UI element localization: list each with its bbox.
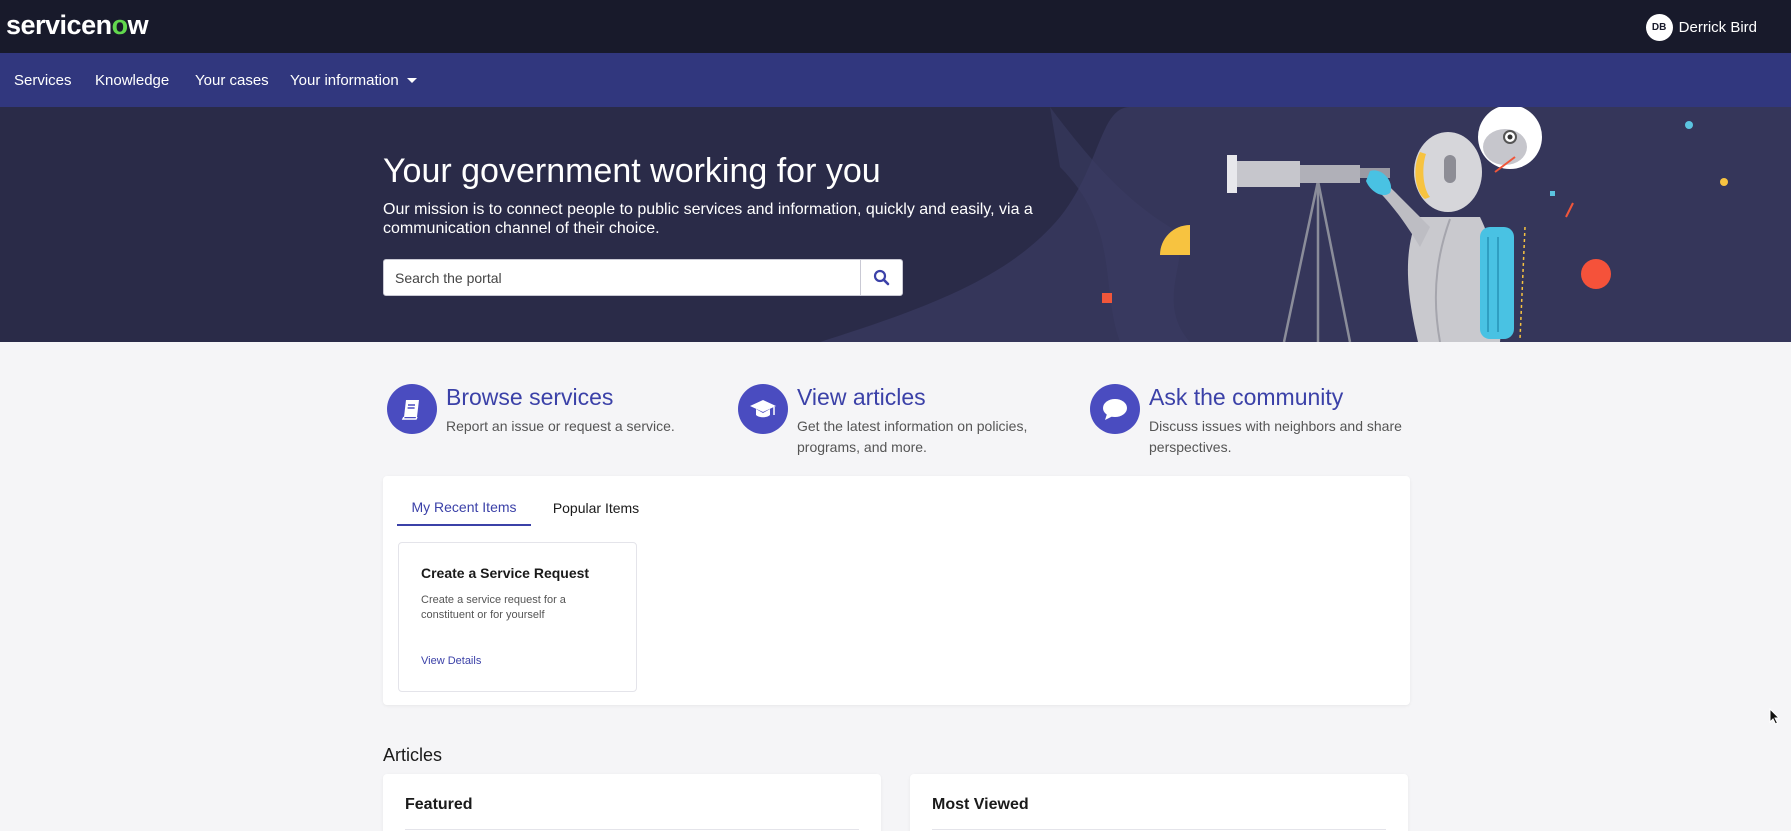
view-articles-link[interactable]: View articles — [797, 384, 926, 411]
quick-link-ask-community: Ask the community Discuss issues with ne… — [1086, 384, 1416, 464]
hero-banner: Your government working for you Our miss… — [0, 107, 1791, 342]
nav-item-services[interactable]: Services — [14, 53, 72, 107]
nav-item-your-information[interactable]: Your information — [290, 53, 417, 107]
nav-item-knowledge[interactable]: Knowledge — [95, 53, 169, 107]
caret-down-icon — [406, 77, 417, 83]
nav-item-your-information-label: Your information — [290, 71, 399, 89]
item-description: Create a service request for a constitue… — [421, 594, 566, 621]
browse-services-description: Report an issue or request a service. — [446, 418, 675, 434]
avatar[interactable]: DB — [1645, 13, 1673, 41]
view-articles-description: Get the latest information on policies, … — [797, 418, 1028, 455]
search-input[interactable] — [384, 260, 860, 295]
search-icon — [873, 269, 890, 286]
servicenow-logo[interactable]: servicenow — [6, 10, 149, 41]
mouse-cursor-icon — [1769, 708, 1781, 725]
divider — [405, 829, 859, 830]
tab-popular-items[interactable]: Popular Items — [541, 490, 651, 526]
hero-subtitle: Our mission is to connect people to publ… — [383, 201, 1033, 237]
main-nav: Services Knowledge Your cases Your infor… — [0, 53, 1791, 107]
graduation-cap-icon[interactable] — [738, 384, 788, 434]
browse-services-link[interactable]: Browse services — [446, 384, 613, 411]
portal-search — [383, 259, 903, 296]
nav-item-your-cases[interactable]: Your cases — [195, 53, 269, 107]
user-name[interactable]: Derrick Bird — [1679, 19, 1757, 36]
quick-link-browse-services: Browse services Report an issue or reque… — [383, 384, 713, 464]
most-viewed-articles-card: Most Viewed — [910, 774, 1408, 831]
search-button[interactable] — [860, 260, 902, 295]
ask-community-link[interactable]: Ask the community — [1149, 384, 1343, 411]
hero-title: Your government working for you — [383, 152, 881, 190]
top-bar: servicenow DB Derrick Bird — [0, 0, 1791, 53]
recent-item-card[interactable]: Create a Service Request Create a servic… — [398, 542, 637, 692]
most-viewed-title: Most Viewed — [932, 796, 1029, 813]
chat-bubble-icon[interactable] — [1090, 384, 1140, 434]
quick-link-view-articles: View articles Get the latest information… — [734, 384, 1064, 464]
featured-title: Featured — [405, 796, 473, 813]
ask-community-description: Discuss issues with neighbors and share … — [1149, 418, 1402, 455]
user-menu[interactable]: DB Derrick Bird — [1645, 13, 1757, 41]
book-icon[interactable] — [387, 384, 437, 434]
articles-heading: Articles — [383, 745, 443, 765]
recent-items-panel: My Recent Items Popular Items Create a S… — [383, 476, 1410, 705]
astronaut-telescope-illustration — [1102, 107, 1728, 342]
divider — [932, 829, 1386, 830]
view-details-link[interactable]: View Details — [421, 655, 481, 667]
featured-articles-card: Featured — [383, 774, 881, 831]
tab-my-recent-items[interactable]: My Recent Items — [397, 490, 531, 526]
item-title: Create a Service Request — [421, 565, 590, 581]
